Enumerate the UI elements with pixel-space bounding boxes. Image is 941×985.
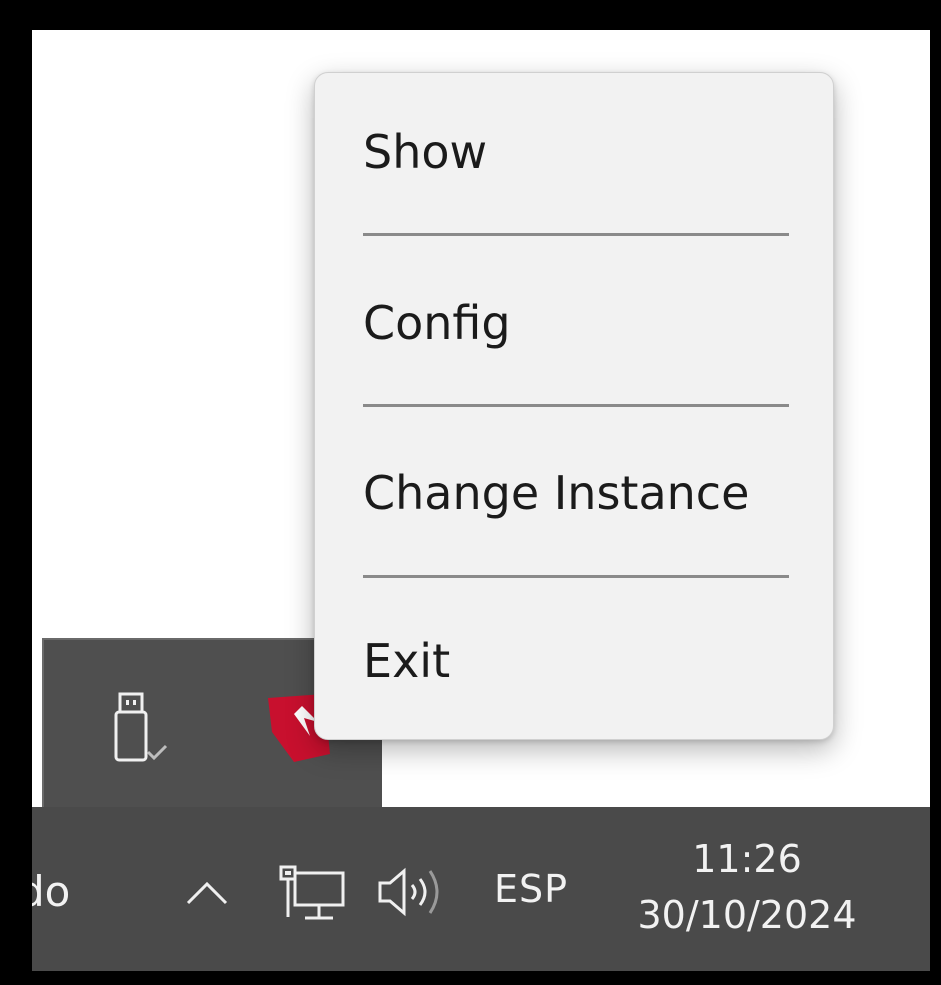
taskbar-clock[interactable]: 11:26 30/10/2024 [617,831,877,943]
menu-separator [363,575,789,578]
clock-time: 11:26 [692,837,802,881]
menu-separator [363,233,789,236]
menu-item-label: Exit [363,634,451,688]
menu-item-label: Show [363,125,488,179]
chevron-up-icon[interactable] [182,877,232,907]
usb-safely-remove-icon[interactable] [110,690,170,770]
volume-icon[interactable] [374,865,454,919]
network-icon[interactable] [277,865,347,925]
menu-item-config[interactable]: Config [315,248,835,398]
taskbar: do ESP 11:26 30/10/2024 [32,807,930,971]
menu-item-label: Change Instance [363,466,750,520]
clock-date: 30/10/2024 [637,893,857,937]
input-language-indicator[interactable]: ESP [494,867,568,911]
menu-item-label: Config [363,296,511,350]
taskbar-truncated-text: do [32,867,71,916]
menu-item-exit[interactable]: Exit [315,586,835,736]
tray-context-menu: Show Config Change Instance Exit [314,72,834,740]
menu-separator [363,404,789,407]
desktop: do ESP 11:26 30/10/2024 Show [32,30,930,971]
menu-item-show[interactable]: Show [315,77,835,227]
menu-item-change-instance[interactable]: Change Instance [315,418,835,568]
